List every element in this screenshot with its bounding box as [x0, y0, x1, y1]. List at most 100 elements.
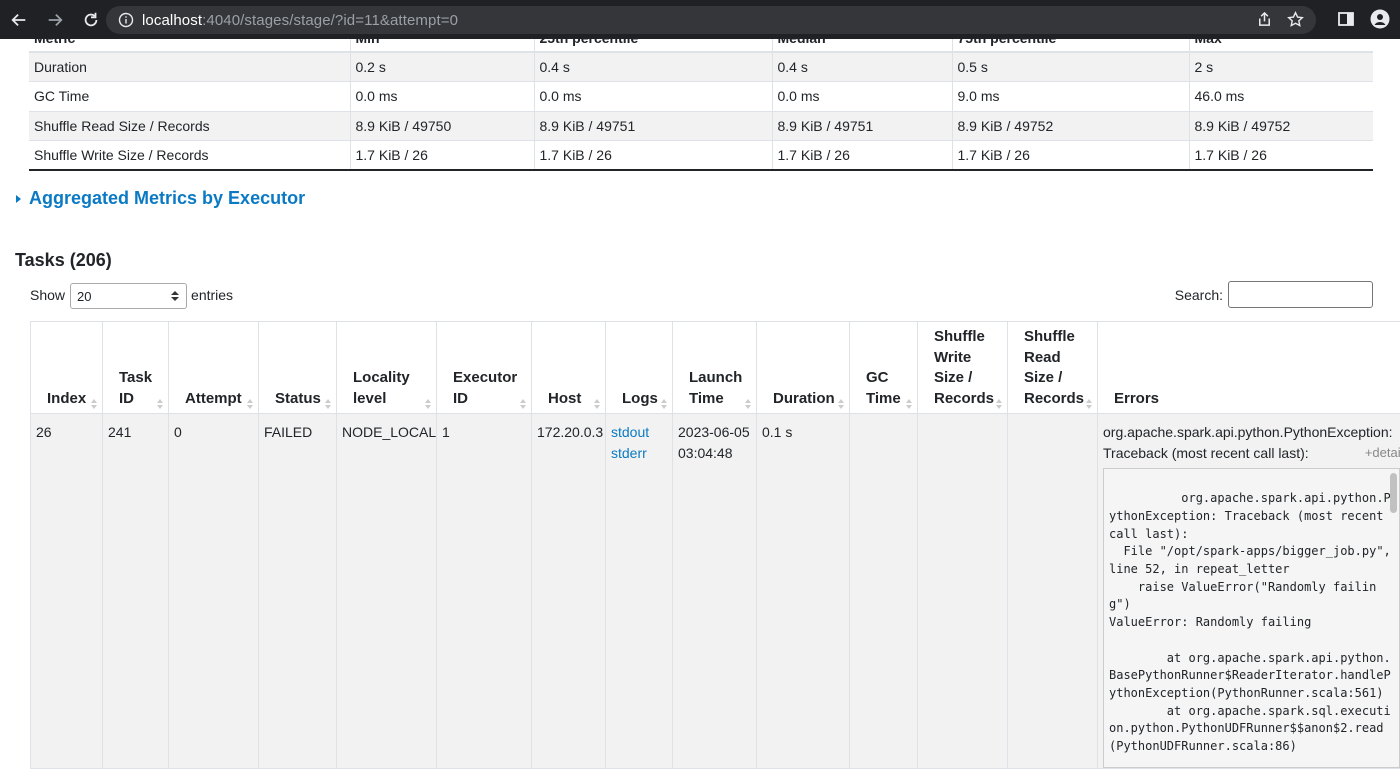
metric-value: 0.4 s — [772, 52, 952, 82]
expand-arrow-icon — [16, 195, 21, 203]
tasks-header-row: Index Task ID Attempt Status Locality le… — [31, 322, 1400, 414]
metric-value: 46.0 ms — [1189, 82, 1373, 112]
column-header-logs[interactable]: Logs — [606, 322, 673, 414]
table-row: 26 241 0 FAILED NODE_LOCAL 1 172.20.0.3 … — [31, 414, 1400, 769]
cell-duration: 0.1 s — [757, 414, 850, 769]
column-header-index[interactable]: Index — [31, 322, 103, 414]
cell-logs: stdout stderr — [606, 414, 673, 769]
cell-task-id: 241 — [103, 414, 169, 769]
metric-value: 0.0 ms — [772, 82, 952, 112]
sort-icon — [1085, 397, 1093, 411]
metric-value: 8.9 KiB / 49752 — [1189, 111, 1373, 141]
entries-value: 20 — [77, 289, 91, 304]
cell-shuffle-write — [918, 414, 1008, 769]
metric-value: 8.9 KiB / 49750 — [350, 111, 534, 141]
column-header-status[interactable]: Status — [259, 322, 337, 414]
metric-value: 2 s — [1189, 52, 1373, 82]
share-icon[interactable] — [1256, 11, 1273, 28]
sort-icon — [744, 397, 752, 411]
sort-icon — [324, 397, 332, 411]
metric-value: 1.7 KiB / 26 — [534, 141, 772, 171]
cell-gc-time — [850, 414, 918, 769]
sort-icon — [156, 397, 164, 411]
sort-icon — [246, 397, 254, 411]
profile-icon[interactable] — [1370, 9, 1390, 29]
table-row: GC Time 0.0 ms 0.0 ms 0.0 ms 9.0 ms 46.0… — [29, 82, 1373, 112]
cell-locality: NODE_LOCAL — [337, 414, 437, 769]
column-header-locality[interactable]: Locality level — [337, 322, 437, 414]
column-header-host[interactable]: Host — [532, 322, 606, 414]
stdout-link[interactable]: stdout — [611, 422, 667, 443]
column-header-attempt[interactable]: Attempt — [169, 322, 259, 414]
error-traceback[interactable]: org.apache.spark.api.python.PythonExcept… — [1103, 468, 1400, 768]
info-icon[interactable] — [118, 12, 134, 28]
cell-host: 172.20.0.3 — [532, 414, 606, 769]
metric-value: 0.0 ms — [350, 82, 534, 112]
metric-value: 1.7 KiB / 26 — [772, 141, 952, 171]
sidebar-icon[interactable] — [1336, 9, 1356, 29]
metric-value: 0.4 s — [534, 52, 772, 82]
back-arrow-icon[interactable] — [8, 9, 30, 31]
cell-status: FAILED — [259, 414, 337, 769]
metric-value: 1.7 KiB / 26 — [1189, 141, 1373, 171]
tasks-title: Tasks (206) — [15, 250, 112, 271]
sort-icon — [995, 397, 1003, 411]
entries-control: Show 20 entries — [30, 282, 233, 308]
aggregated-metrics-toggle[interactable]: Aggregated Metrics by Executor — [16, 188, 305, 209]
metric-value: 0.2 s — [350, 52, 534, 82]
metric-value: 8.9 KiB / 49752 — [952, 111, 1189, 141]
reload-icon[interactable] — [80, 9, 102, 31]
cell-executor-id: 1 — [437, 414, 532, 769]
summary-metrics-table: Metric Min 25th percentile Median 75th p… — [29, 24, 1373, 171]
table-row: Duration 0.2 s 0.4 s 0.4 s 0.5 s 2 s — [29, 52, 1373, 82]
column-header-task-id[interactable]: Task ID — [103, 322, 169, 414]
search-label: Search: — [1175, 287, 1223, 303]
metric-name: Shuffle Write Size / Records — [29, 141, 350, 171]
metric-name: Duration — [29, 52, 350, 82]
table-row: Shuffle Read Size / Records 8.9 KiB / 49… — [29, 111, 1373, 141]
stderr-link[interactable]: stderr — [611, 443, 667, 464]
metric-value: 0.5 s — [952, 52, 1189, 82]
metric-value: 1.7 KiB / 26 — [952, 141, 1189, 171]
sort-icon — [519, 397, 527, 411]
star-icon[interactable] — [1287, 11, 1304, 28]
sort-icon — [90, 397, 98, 411]
sort-icon — [905, 397, 913, 411]
select-arrows-icon — [170, 290, 180, 302]
sort-icon — [660, 397, 668, 411]
traceback-scrollbar[interactable] — [1390, 473, 1397, 513]
aggregated-metrics-label: Aggregated Metrics by Executor — [29, 188, 305, 209]
sort-icon — [424, 397, 432, 411]
column-header-executor-id[interactable]: Executor ID — [437, 322, 532, 414]
forward-arrow-icon[interactable] — [44, 9, 66, 31]
search-input[interactable] — [1228, 281, 1373, 308]
metric-value: 8.9 KiB / 49751 — [772, 111, 952, 141]
metric-value: 1.7 KiB / 26 — [350, 141, 534, 171]
cell-errors: org.apache.spark.api.python.PythonExcept… — [1098, 414, 1400, 769]
sort-icon — [837, 397, 845, 411]
show-label: Show — [30, 287, 65, 303]
browser-toolbar: localhost:4040/stages/stage/?id=11&attem… — [0, 0, 1400, 39]
metric-value: 9.0 ms — [952, 82, 1189, 112]
metric-value: 0.0 ms — [534, 82, 772, 112]
cell-index: 26 — [31, 414, 103, 769]
column-header-errors[interactable]: Errors — [1098, 322, 1400, 414]
column-header-gc-time[interactable]: GC Time — [850, 322, 918, 414]
entries-select[interactable]: 20 — [70, 283, 187, 309]
tasks-table: Index Task ID Attempt Status Locality le… — [30, 321, 1400, 769]
column-header-shuffle-read[interactable]: Shuffle Read Size / Records — [1008, 322, 1098, 414]
address-bar[interactable]: localhost:4040/stages/stage/?id=11&attem… — [106, 6, 1316, 34]
cell-launch-time: 2023-06-05 03:04:48 — [673, 414, 757, 769]
table-row: Shuffle Write Size / Records 1.7 KiB / 2… — [29, 141, 1373, 171]
metric-name: Shuffle Read Size / Records — [29, 111, 350, 141]
column-header-launch-time[interactable]: Launch Time — [673, 322, 757, 414]
column-header-duration[interactable]: Duration — [757, 322, 850, 414]
metric-value: 8.9 KiB / 49751 — [534, 111, 772, 141]
cell-shuffle-read — [1008, 414, 1098, 769]
sort-icon — [593, 397, 601, 411]
column-header-shuffle-write[interactable]: Shuffle Write Size / Records — [918, 322, 1008, 414]
entries-label: entries — [191, 287, 233, 303]
url-text: localhost:4040/stages/stage/?id=11&attem… — [142, 12, 458, 29]
cell-attempt: 0 — [169, 414, 259, 769]
traceback-text: org.apache.spark.api.python.PythonExcept… — [1109, 491, 1398, 753]
